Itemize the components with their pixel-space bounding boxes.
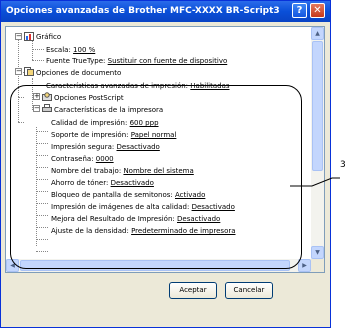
setting-value[interactable]: Nombre del sistema [123,167,193,175]
tree-node-document-options[interactable]: Opciones de documento [36,68,121,78]
setting-label: Características avanzadas de impresión: [46,82,189,90]
setting-print-media[interactable]: Soporte de impresión: Papel normal [51,130,176,140]
setting-value[interactable]: Predeterminado de impresora [131,227,235,235]
callout-number: 3 [340,160,346,170]
setting-password[interactable]: Contraseña: 0000 [51,154,114,164]
document-options-icon [24,67,34,76]
title-bar[interactable]: Opciones avanzadas de Brother MFC-XXXX B… [1,1,330,22]
options-tree-panel: − Gráfico Escala: 100 % Fuente TrueType:… [5,26,325,273]
accept-button[interactable]: Aceptar [169,282,217,299]
horizontal-scroll-thumb[interactable] [20,260,290,271]
graphic-icon [24,32,34,41]
setting-label: Ajuste de la densidad: [51,227,129,235]
setting-scale[interactable]: Escala: 100 % [46,45,95,55]
help-button[interactable]: ? [292,3,307,18]
setting-label: Bloqueo de pantalla de semitonos: [51,191,173,199]
printer-features-icon [42,104,52,112]
window-title: Opciones avanzadas de Brother MFC-XXXX B… [6,6,280,16]
setting-label: Soporte de impresión: [51,131,129,139]
setting-secure-print[interactable]: Impresión segura: Desactivado [51,142,160,152]
setting-improve-print-output[interactable]: Mejora del Resultado de Impresión: Desac… [51,214,220,224]
tree-node-postscript-options[interactable]: Opciones PostScript [54,93,124,103]
setting-print-quality[interactable]: Calidad de impresión: 600 ppp [51,118,159,128]
setting-job-name[interactable]: Nombre del trabajo: Nombre del sistema [51,166,194,176]
setting-label: Mejora del Resultado de Impresión: [51,215,175,223]
setting-value[interactable]: 100 % [73,46,95,54]
scrollbar-corner [311,259,324,272]
setting-value[interactable]: Papel normal [131,131,177,139]
setting-label: Nombre del trabajo: [51,167,122,175]
scroll-left-arrow-icon[interactable]: ◀ [6,259,19,272]
setting-label: Impresión segura: [51,143,115,151]
setting-value[interactable]: Activado [175,191,205,199]
setting-value[interactable]: Sustituir con fuente de dispositivo [108,57,228,65]
horizontal-scrollbar[interactable]: ◀ ▶ [6,259,311,272]
cancel-button[interactable]: Cancelar [225,282,273,299]
setting-label: Fuente TrueType: [46,57,106,65]
setting-label: Contraseña: [51,155,94,163]
vertical-scrollbar[interactable]: ▲ ▼ [311,27,324,259]
setting-label: Impresión de imágenes de alta calidad: [51,203,190,211]
setting-label: Calidad de impresión: [51,119,128,127]
scroll-up-arrow-icon[interactable]: ▲ [311,27,324,40]
setting-value[interactable]: 600 ppp [130,119,159,127]
setting-value[interactable]: Desactivado [111,179,154,187]
vertical-scroll-thumb[interactable] [312,41,323,171]
options-tree: − Gráfico Escala: 100 % Fuente TrueType:… [6,27,311,259]
collapse-toggle-document[interactable]: − [15,68,22,75]
setting-value[interactable]: 0000 [96,155,114,163]
setting-density-adjustment[interactable]: Ajuste de la densidad: Predeterminado de… [51,226,236,236]
setting-truetype-font[interactable]: Fuente TrueType: Sustituir con fuente de… [46,56,227,66]
dialog-window: Opciones avanzadas de Brother MFC-XXXX B… [0,0,331,328]
scroll-down-arrow-icon[interactable]: ▼ [311,246,324,259]
setting-value[interactable]: Desactivado [192,203,235,211]
scroll-right-arrow-icon[interactable]: ▶ [298,259,311,272]
setting-value[interactable]: Habilitadas [190,82,229,90]
setting-label: Ahorro de tóner: [51,179,109,187]
close-button[interactable]: ✕ [310,3,325,18]
expand-toggle-postscript[interactable]: + [33,93,40,100]
postscript-icon [42,92,52,101]
setting-value[interactable]: Desactivado [177,215,220,223]
collapse-toggle-graphic[interactable]: − [15,33,22,40]
setting-high-quality-image-print[interactable]: Impresión de imágenes de alta calidad: D… [51,202,235,212]
setting-advanced-print-features[interactable]: Características avanzadas de impresión: … [46,81,230,91]
tree-node-graphic[interactable]: Gráfico [36,32,61,42]
setting-label: Escala: [46,46,71,54]
callout-line [290,177,340,187]
setting-toner-save[interactable]: Ahorro de tóner: Desactivado [51,178,154,188]
tree-node-printer-features[interactable]: Características de la impresora [54,105,163,115]
collapse-toggle-printer[interactable]: − [33,105,40,112]
setting-value[interactable]: Desactivado [117,143,160,151]
setting-halftone-screen-lock[interactable]: Bloqueo de pantalla de semitonos: Activa… [51,190,205,200]
